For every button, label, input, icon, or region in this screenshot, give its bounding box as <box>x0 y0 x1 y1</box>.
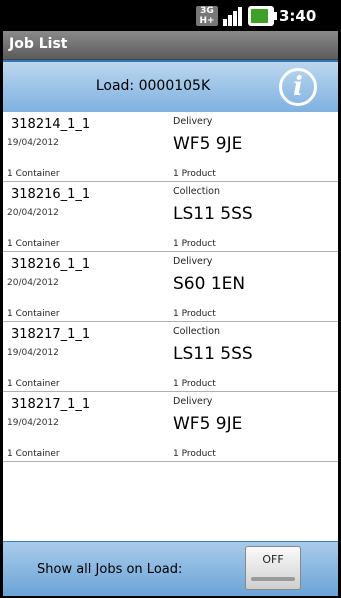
product-count: 1 Product <box>173 309 216 319</box>
container-count: 1 Container <box>7 379 60 389</box>
job-row[interactable]: 318216_1_1 20/04/2012 1 Container Collectio… <box>3 182 338 252</box>
job-type: Collection <box>173 326 220 337</box>
job-type: Delivery <box>173 396 213 407</box>
job-list: 318214_1_1 19/04/2012 1 Container Delivery W… <box>3 112 338 462</box>
product-count: 1 Product <box>173 449 216 459</box>
show-all-jobs-label: Show all Jobs on Load: <box>37 562 183 577</box>
job-postcode: S60 1EN <box>173 274 246 294</box>
page-title: Job List <box>9 36 68 52</box>
battery-level <box>251 9 268 23</box>
job-id: 318216_1_1 <box>11 257 91 272</box>
signal-icon <box>223 7 242 26</box>
container-count: 1 Container <box>7 169 60 179</box>
show-all-jobs-toggle[interactable]: OFF <box>245 546 301 590</box>
job-postcode: WF5 9JE <box>173 414 243 434</box>
job-id: 318216_1_1 <box>11 187 91 202</box>
job-row[interactable]: 318216_1_1 20/04/2012 1 Container Delivery S… <box>3 252 338 322</box>
network-icon: 3G H+ <box>196 6 218 26</box>
footer-bar: Show all Jobs on Load: OFF <box>3 541 338 596</box>
toggle-indicator <box>251 577 295 581</box>
job-type: Delivery <box>173 116 213 127</box>
container-count: 1 Container <box>7 449 60 459</box>
info-icon[interactable]: i <box>279 68 317 106</box>
job-id: 318217_1_1 <box>11 327 91 342</box>
job-type: Collection <box>173 186 220 197</box>
job-postcode: WF5 9JE <box>173 134 243 154</box>
product-count: 1 Product <box>173 379 216 389</box>
job-date: 20/04/2012 <box>7 278 59 288</box>
app-screen: 3G H+ 3:40 PM Job List Load: 0000105K i … <box>3 2 338 596</box>
job-date: 19/04/2012 <box>7 348 59 358</box>
product-count: 1 Product <box>173 169 216 179</box>
title-bar: Job List <box>3 31 338 60</box>
job-postcode: LS11 5SS <box>173 204 253 224</box>
job-row[interactable]: 318217_1_1 19/04/2012 1 Container Delivery W… <box>3 392 338 462</box>
container-count: 1 Container <box>7 309 60 319</box>
job-type: Delivery <box>173 256 213 267</box>
job-row[interactable]: 318217_1_1 19/04/2012 1 Container Collectio… <box>3 322 338 392</box>
job-id: 318214_1_1 <box>11 117 91 132</box>
job-postcode: LS11 5SS <box>173 344 253 364</box>
job-date: 20/04/2012 <box>7 208 59 218</box>
job-date: 19/04/2012 <box>7 418 59 428</box>
battery-icon <box>248 6 277 26</box>
network-type: 3G <box>200 6 214 16</box>
network-subtype: H+ <box>199 16 215 26</box>
job-row[interactable]: 318214_1_1 19/04/2012 1 Container Delivery W… <box>3 112 338 182</box>
load-header: Load: 0000105K i <box>3 60 338 112</box>
product-count: 1 Product <box>173 239 216 249</box>
clock-time: 3:40 <box>279 7 317 25</box>
job-id: 318217_1_1 <box>11 397 91 412</box>
load-label: Load: 0000105K <box>95 78 211 94</box>
status-bar: 3G H+ 3:40 PM <box>3 2 338 42</box>
container-count: 1 Container <box>7 239 60 249</box>
job-date: 19/04/2012 <box>7 138 59 148</box>
toggle-label: OFF <box>262 553 284 566</box>
